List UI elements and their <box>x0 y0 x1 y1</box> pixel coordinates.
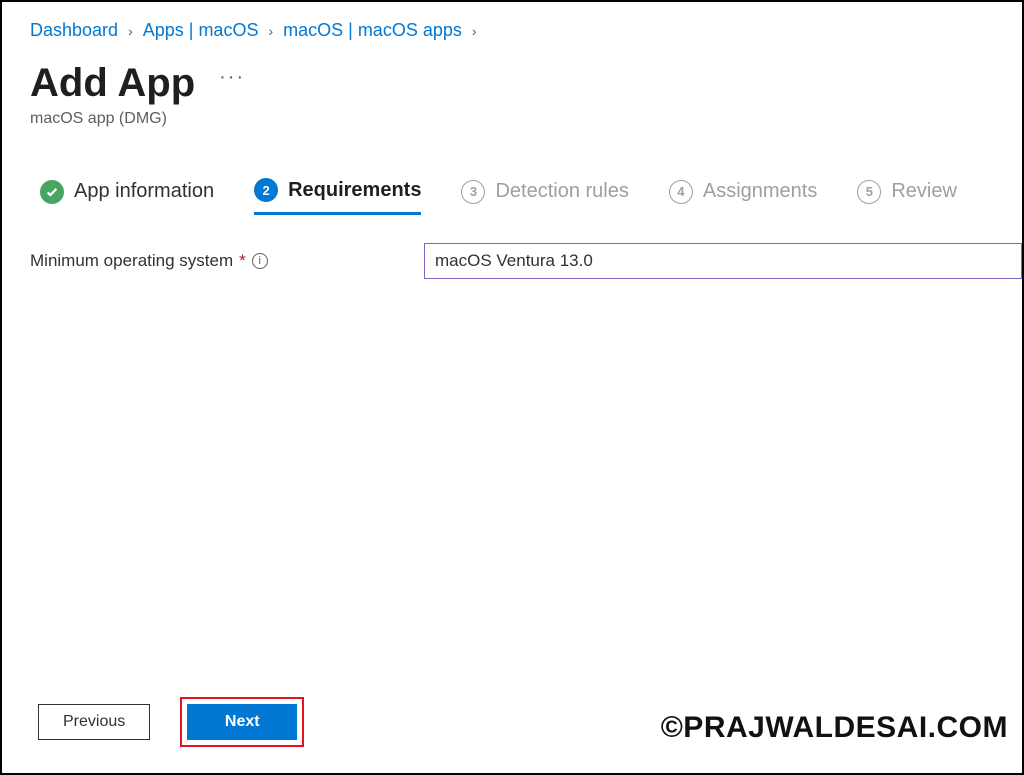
required-asterisk: * <box>239 251 246 271</box>
previous-button[interactable]: Previous <box>38 704 150 740</box>
info-icon[interactable]: i <box>252 253 268 269</box>
step-number-icon: 5 <box>857 180 881 204</box>
tab-label: App information <box>74 180 214 203</box>
tab-app-information[interactable]: App information <box>40 180 214 214</box>
watermark-text: ©PRAJWALDESAI.COM <box>661 711 1008 745</box>
min-os-label: Minimum operating system * i <box>30 251 410 271</box>
tab-label: Detection rules <box>495 180 628 203</box>
chevron-right-icon: › <box>128 23 133 39</box>
breadcrumb-link-apps-macos[interactable]: Apps | macOS <box>143 20 259 41</box>
page-subtitle: macOS app (DMG) <box>30 110 1022 128</box>
tab-label: Review <box>891 180 957 203</box>
tab-requirements[interactable]: 2 Requirements <box>254 178 421 215</box>
min-os-select[interactable] <box>424 243 1022 279</box>
tab-detection-rules[interactable]: 3 Detection rules <box>461 180 628 214</box>
page-title: Add App <box>30 61 195 106</box>
step-number-icon: 2 <box>254 178 278 202</box>
breadcrumb-link-macos-apps[interactable]: macOS | macOS apps <box>283 20 462 41</box>
checkmark-icon <box>40 180 64 204</box>
next-button-highlight: Next <box>180 697 304 747</box>
more-actions-icon[interactable]: ··· <box>219 66 245 89</box>
step-number-icon: 4 <box>669 180 693 204</box>
next-button[interactable]: Next <box>187 704 297 740</box>
form-row-min-os: Minimum operating system * i <box>30 243 1022 279</box>
wizard-tabs: App information 2 Requirements 3 Detecti… <box>30 178 1022 215</box>
breadcrumb: Dashboard › Apps | macOS › macOS | macOS… <box>30 20 1022 41</box>
tab-assignments[interactable]: 4 Assignments <box>669 180 818 214</box>
wizard-footer: Previous Next <box>38 697 304 747</box>
breadcrumb-link-dashboard[interactable]: Dashboard <box>30 20 118 41</box>
step-number-icon: 3 <box>461 180 485 204</box>
tab-review[interactable]: 5 Review <box>857 180 957 214</box>
tab-label: Assignments <box>703 180 818 203</box>
tab-label: Requirements <box>288 179 421 202</box>
label-text: Minimum operating system <box>30 251 233 271</box>
chevron-right-icon: › <box>472 23 477 39</box>
chevron-right-icon: › <box>268 23 273 39</box>
